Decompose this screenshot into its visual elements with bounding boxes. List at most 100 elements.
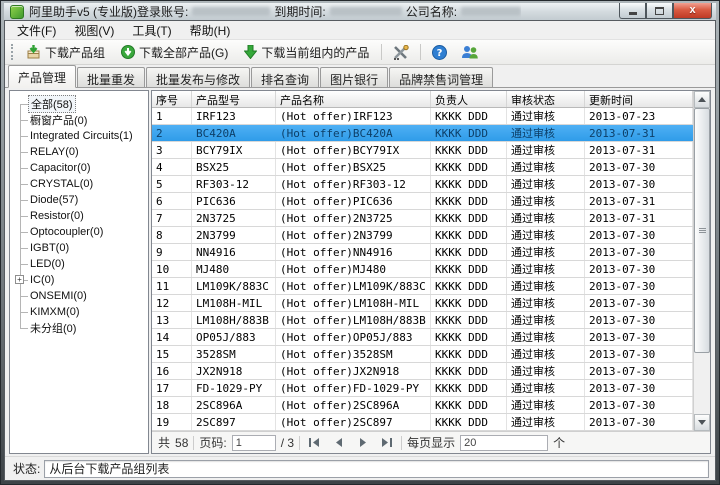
menu-item-0[interactable]: 文件(F) [9,20,64,41]
table-row[interactable]: 192SC897(Hot offer)2SC897KKKK DDD通过审核201… [152,414,693,431]
column-header[interactable]: 负责人 [431,91,507,107]
tree-item[interactable]: ONSEMI(0) [28,288,146,304]
cell: KKKK DDD [431,261,507,277]
tree-item[interactable]: KIMXM(0) [28,304,146,320]
minimize-icon [629,12,637,15]
title-expiry-label: 到期时间: [274,3,325,20]
cell: KKKK DDD [431,159,507,175]
tree-item[interactable]: 全部(58) [28,96,146,112]
table-row[interactable]: 72N3725(Hot offer)2N3725KKKK DDD通过审核2013… [152,210,693,227]
title-company-label: 公司名称: [406,3,457,20]
table-row[interactable]: 11LM109K/883C(Hot offer)LM109K/883CKKKK … [152,278,693,295]
tree-item[interactable]: RELAY(0) [28,144,146,160]
table-row[interactable]: 12LM108H-MIL(Hot offer)LM108H-MILKKKK DD… [152,295,693,312]
tree-item-label: 橱窗产品(0) [28,112,89,128]
cell: 2N3725 [192,210,276,226]
tree-item[interactable]: LED(0) [28,256,146,272]
thumb-grip [699,232,706,233]
per-page-input[interactable] [460,435,548,451]
cell: KKKK DDD [431,244,507,260]
tree-item[interactable]: CRYSTAL(0) [28,176,146,192]
column-header[interactable]: 产品型号 [192,91,276,107]
main-content: 全部(58)橱窗产品(0) Integrated Circuits(1) RELAY… [5,88,715,456]
column-header[interactable]: 审核状态 [507,91,585,107]
table-row[interactable]: 82N3799(Hot offer)2N3799KKKK DDD通过审核2013… [152,227,693,244]
tree-item[interactable]: Diode(57) [28,192,146,208]
tree-item-label: Integrated Circuits(1) [28,130,135,142]
tree-item-label: 全部(58) [28,95,76,113]
last-page-button[interactable] [377,434,396,451]
table-row[interactable]: 10MJ480(Hot offer)MJ480KKKK DDD通过审核2013-… [152,261,693,278]
column-header[interactable]: 更新时间 [585,91,693,107]
scrollbar-thumb[interactable] [694,108,710,353]
toolbar-grip[interactable] [11,44,14,60]
tab-0[interactable]: 产品管理 [8,65,76,88]
cell: KKKK DDD [431,142,507,158]
menu-item-1[interactable]: 视图(V) [66,20,122,41]
tree-item[interactable]: IGBT(0) [28,240,146,256]
cell: KKKK DDD [431,397,507,413]
account-users-button[interactable] [456,42,484,63]
table-row[interactable]: 182SC896A(Hot offer)2SC896AKKKK DDD通过审核2… [152,397,693,414]
next-page-button[interactable] [353,434,372,451]
table-row[interactable]: 1IRF123(Hot offer)IRF123KKKK DDD通过审核2013… [152,108,693,125]
table-row[interactable]: 14OP05J/883(Hot offer)OP05J/883KKKK DDD通… [152,329,693,346]
tree-item[interactable]: 未分组(0) [28,320,146,336]
table-row[interactable]: 13LM108H/883B(Hot offer)LM108H/883BKKKK … [152,312,693,329]
expand-icon[interactable]: + [15,275,24,284]
tab-3[interactable]: 排名查询 [251,67,319,87]
tree-item[interactable]: Resistor(0) [28,208,146,224]
scroll-down-button[interactable] [694,414,710,431]
tab-4[interactable]: 图片银行 [320,67,388,87]
cell: 2013-07-31 [585,125,693,141]
status-message: 从后台下载产品组列表 [49,460,169,477]
menu-item-2[interactable]: 工具(T) [124,20,179,41]
tab-1[interactable]: 批量重发 [77,67,145,87]
cell: 通过审核 [507,210,585,226]
table-row[interactable]: 153528SM(Hot offer)3528SMKKKK DDD通过审核201… [152,346,693,363]
table-row[interactable]: 6PIC636(Hot offer)PIC636KKKK DDD通过审核2013… [152,193,693,210]
help-button[interactable]: ? [427,42,452,63]
cell: 3 [152,142,192,158]
vertical-scrollbar[interactable] [693,91,710,431]
minimize-button[interactable] [619,3,646,19]
download-all-products-button[interactable]: 下载全部产品(G) [115,41,234,64]
product-group-tree: 全部(58)橱窗产品(0) Integrated Circuits(1) RELAY… [16,96,146,336]
tree-item[interactable]: 橱窗产品(0) [28,112,146,128]
scroll-up-button[interactable] [694,91,710,108]
download-product-group-button[interactable]: 下载产品组 [20,41,111,64]
tree-item[interactable]: +IC(0) [28,272,146,288]
tab-2[interactable]: 批量发布与修改 [146,67,250,87]
table-row[interactable]: 3BCY79IX(Hot offer)BCY79IXKKKK DDD通过审核20… [152,142,693,159]
close-button[interactable]: x [673,3,712,19]
status-message-field: 从后台下载产品组列表 [44,460,709,478]
users-icon [461,45,479,60]
cell: LM108H-MIL [192,295,276,311]
tree-item[interactable]: Optocoupler(0) [28,224,146,240]
title-bar[interactable]: 阿里助手v5 (专业版)登录账号: 到期时间: 公司名称: x [4,3,716,20]
tab-5[interactable]: 品牌禁售词管理 [389,67,493,87]
scrollbar-track[interactable] [694,108,710,414]
tools-button[interactable] [388,42,414,63]
table-row[interactable]: 4BSX25(Hot offer)BSX25KKKK DDD通过审核2013-0… [152,159,693,176]
menu-item-3[interactable]: 帮助(H) [182,20,239,41]
table-row[interactable]: 9NN4916(Hot offer)NN4916KKKK DDD通过审核2013… [152,244,693,261]
cell: (Hot offer)NN4916 [276,244,431,260]
table-row[interactable]: 16JX2N918(Hot offer)JX2N918KKKK DDD通过审核2… [152,363,693,380]
column-header[interactable]: 产品名称 [276,91,431,107]
page-number-input[interactable] [232,435,276,451]
pager-separator [193,436,194,450]
cell: 3528SM [192,346,276,362]
table-row[interactable]: 5RF303-12(Hot offer)RF303-12KKKK DDD通过审核… [152,176,693,193]
table-row[interactable]: 2BC420A(Hot offer)BC420AKKKK DDD通过审核2013… [152,125,693,142]
tree-item[interactable]: Integrated Circuits(1) [28,128,146,144]
per-page-unit: 个 [553,434,565,451]
maximize-button[interactable] [646,3,673,19]
first-page-button[interactable] [305,434,324,451]
tree-item[interactable]: Capacitor(0) [28,160,146,176]
table-row[interactable]: 17FD-1029-PY(Hot offer)FD-1029-PYKKKK DD… [152,380,693,397]
cell: FD-1029-PY [192,380,276,396]
column-header[interactable]: 序号 [152,91,192,107]
previous-page-button[interactable] [329,434,348,451]
download-current-group-button[interactable]: 下载当前组内的产品 [238,41,375,64]
